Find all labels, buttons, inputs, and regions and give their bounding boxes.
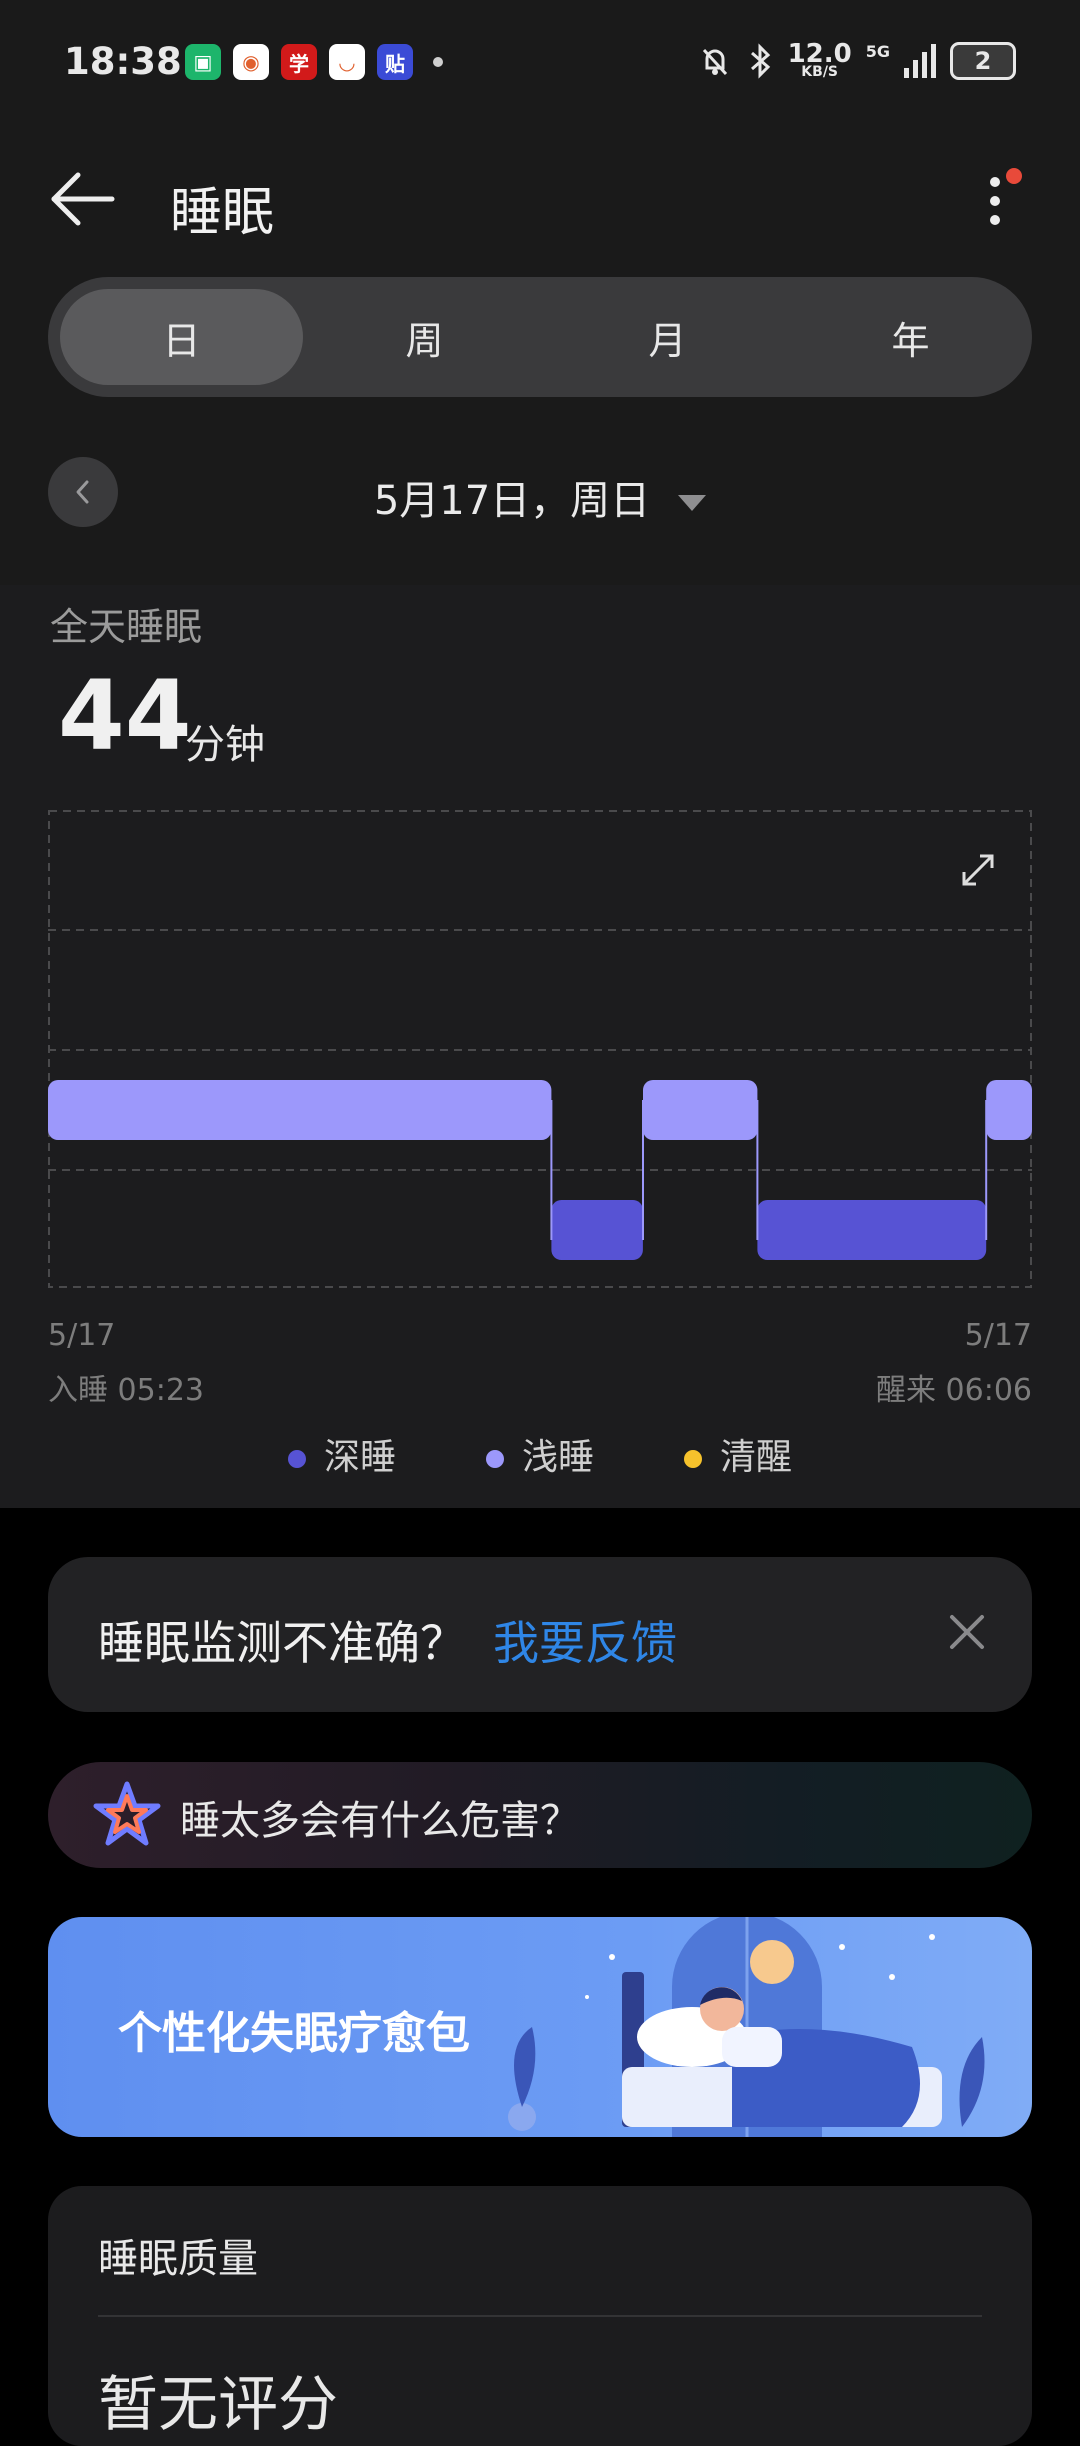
ai-suggestion-text: 睡太多会有什么危害？ bbox=[180, 1798, 580, 1844]
legend-item-awake: 清醒 bbox=[684, 1428, 792, 1480]
close-icon[interactable] bbox=[942, 1607, 992, 1657]
period-tabs: 日 周 月 年 bbox=[48, 277, 1032, 397]
date-text: 5月17日，周日 bbox=[373, 478, 651, 524]
didi-icon: ◡ bbox=[329, 44, 365, 80]
feedback-card: 睡眠监测不准确？ 我要反馈 bbox=[48, 1557, 1032, 1712]
legend-item-deep: 深睡 bbox=[287, 1428, 396, 1480]
bluetooth-icon bbox=[750, 43, 770, 79]
menu-dot bbox=[990, 177, 1000, 187]
expand-icon[interactable] bbox=[962, 854, 994, 886]
signal-icon bbox=[904, 44, 936, 78]
legend-label: 浅睡 bbox=[521, 1437, 594, 1478]
legend-dot bbox=[485, 1450, 504, 1468]
date-selector[interactable]: 5月17日，周日 bbox=[0, 468, 1080, 526]
status-bar: 18:38 ▣ ◉ 学 ◡ 贴 12.0 KB/S 5G 2 bbox=[0, 30, 1080, 100]
insomnia-therapy-banner[interactable]: 个性化失眠疗愈包 bbox=[48, 1917, 1032, 2137]
more-notifications-dot bbox=[433, 57, 443, 67]
legend-item-light: 浅睡 bbox=[485, 1428, 594, 1480]
total-sleep-value: 44 bbox=[58, 660, 192, 772]
battery-icon: 2 bbox=[950, 42, 1016, 80]
chart-end-date: 5/17 bbox=[964, 1318, 1032, 1353]
mute-bell-icon bbox=[702, 48, 727, 76]
network-type: 5G bbox=[865, 42, 890, 61]
gallery-icon: ◉ bbox=[233, 44, 269, 80]
sleep-stage-bar bbox=[643, 1080, 758, 1140]
dropdown-arrow-icon bbox=[678, 495, 707, 511]
status-indicators: 12.0 KB/S 5G 2 bbox=[698, 41, 1016, 80]
banner-title: 个性化失眠疗愈包 bbox=[118, 2008, 470, 2059]
chart-end-label: 醒来 06:06 bbox=[876, 1373, 1032, 1408]
tab-month[interactable]: 月 bbox=[546, 277, 789, 397]
chart-start-label: 入睡 05:23 bbox=[48, 1373, 204, 1408]
page-title: 睡眠 bbox=[170, 183, 275, 243]
ai-star-icon bbox=[93, 1781, 161, 1846]
sleep-stage-bar bbox=[551, 1200, 643, 1260]
back-arrow-icon[interactable] bbox=[50, 172, 116, 226]
feedback-question: 睡眠监测不准确？ bbox=[98, 1616, 466, 1670]
total-sleep-label: 全天睡眠 bbox=[50, 605, 203, 649]
sleep-stage-bar bbox=[757, 1200, 987, 1260]
tab-day[interactable]: 日 bbox=[60, 289, 303, 385]
menu-dot bbox=[990, 215, 1000, 225]
tab-year[interactable]: 年 bbox=[789, 277, 1032, 397]
sleep-stage-bar bbox=[986, 1080, 1032, 1140]
chart-legend: 深睡 浅睡 清醒 bbox=[0, 1428, 1080, 1480]
total-sleep-unit: 分钟 bbox=[185, 722, 265, 768]
sleep-quality-value: 暂无评分 bbox=[98, 2370, 338, 2440]
legend-label: 清醒 bbox=[720, 1437, 793, 1478]
notification-icons: ▣ ◉ 学 ◡ 贴 bbox=[185, 44, 443, 80]
chart-start-date: 5/17 bbox=[48, 1318, 116, 1353]
sleep-stage-chart bbox=[48, 810, 1032, 1288]
sleeping-person-illustration bbox=[508, 1917, 985, 2137]
mi-home-icon: ▣ bbox=[185, 44, 221, 80]
network-speed: 12.0 KB/S bbox=[788, 41, 852, 79]
tieba-icon: 贴 bbox=[377, 44, 413, 80]
legend-dot bbox=[287, 1450, 306, 1468]
xuexi-icon: 学 bbox=[281, 44, 317, 80]
divider bbox=[98, 2315, 982, 2317]
status-time: 18:38 bbox=[64, 40, 182, 83]
sleep-quality-card[interactable]: 睡眠质量 暂无评分 bbox=[48, 2186, 1032, 2446]
sleep-stage-bar bbox=[48, 1080, 552, 1140]
legend-label: 深睡 bbox=[323, 1437, 396, 1478]
more-menu-button[interactable] bbox=[980, 168, 1022, 232]
legend-dot bbox=[684, 1450, 702, 1468]
feedback-link[interactable]: 我要反馈 bbox=[493, 1607, 677, 1673]
ai-suggestion-chip[interactable]: 睡太多会有什么危害？ bbox=[48, 1762, 1032, 1868]
menu-dot bbox=[990, 196, 1000, 206]
notification-badge bbox=[1006, 168, 1022, 184]
sleep-quality-title: 睡眠质量 bbox=[98, 2236, 258, 2282]
battery-level: 2 bbox=[974, 47, 992, 75]
tab-week[interactable]: 周 bbox=[303, 277, 546, 397]
header: 睡眠 bbox=[0, 160, 1080, 243]
